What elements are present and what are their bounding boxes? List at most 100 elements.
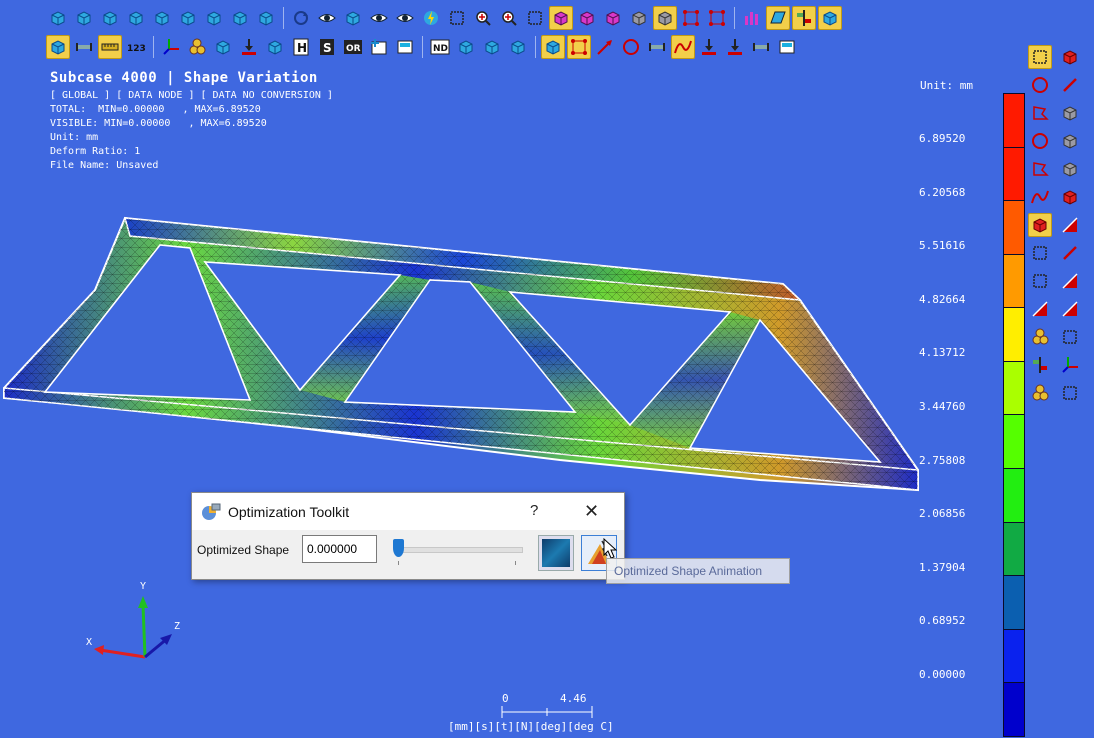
symbol-icon[interactable]	[645, 35, 669, 59]
node-display-icon[interactable]	[679, 6, 703, 30]
view-eye-icon[interactable]	[367, 6, 391, 30]
select-yellow-spheres-icon[interactable]	[1028, 381, 1052, 405]
dialog-titlebar[interactable]: Optimization Toolkit ? ✕	[192, 493, 624, 530]
wireframe-shade-icon[interactable]	[601, 6, 625, 30]
select-slash-2-icon[interactable]	[1058, 297, 1082, 321]
select-pyramid-icon[interactable]	[1028, 297, 1052, 321]
element-shrink-icon[interactable]	[211, 35, 235, 59]
select-diamond-icon[interactable]	[1058, 325, 1082, 349]
select-freehand-icon[interactable]	[1028, 157, 1052, 181]
select-line-icon[interactable]	[1058, 73, 1082, 97]
select-red-line-icon[interactable]	[1058, 241, 1082, 265]
right-view-icon[interactable]	[150, 6, 174, 30]
front-view-icon[interactable]	[72, 6, 96, 30]
normal-view-icon[interactable]	[341, 6, 365, 30]
zoom-box-icon[interactable]	[445, 6, 469, 30]
iso-view-icon[interactable]	[46, 6, 70, 30]
bottom-view-icon[interactable]	[202, 6, 226, 30]
transform-icon[interactable]	[818, 6, 842, 30]
beam-display-icon[interactable]	[72, 35, 96, 59]
legend-color-band	[1004, 308, 1024, 362]
bar-chart-icon[interactable]	[740, 6, 764, 30]
select-arc-icon[interactable]	[1028, 185, 1052, 209]
view-toolbar	[46, 6, 842, 30]
connect-icon[interactable]	[749, 35, 773, 59]
select-box-icon[interactable]	[1028, 45, 1052, 69]
select-node-icon[interactable]	[1028, 241, 1052, 265]
pan-icon[interactable]	[393, 6, 417, 30]
curve-icon[interactable]	[671, 35, 695, 59]
select-align-icon[interactable]	[1028, 353, 1052, 377]
info-icon[interactable]	[775, 35, 799, 59]
select-slash-icon[interactable]	[1058, 269, 1082, 293]
element-group-icon[interactable]	[185, 35, 209, 59]
user-view-2-icon[interactable]	[254, 6, 278, 30]
mouse-cursor	[603, 538, 617, 559]
align-icon[interactable]	[792, 6, 816, 30]
zoom-out-icon[interactable]	[497, 6, 521, 30]
ruler-icon[interactable]	[98, 35, 122, 59]
coord-system-icon[interactable]	[159, 35, 183, 59]
select-mesh-icon[interactable]	[1058, 185, 1082, 209]
select-cube-edge-icon[interactable]	[1058, 157, 1082, 181]
select-cube-icon[interactable]	[1058, 129, 1082, 153]
transparent-icon[interactable]	[627, 6, 651, 30]
select-tri-icon[interactable]	[1058, 213, 1082, 237]
group-color-icon[interactable]	[506, 35, 530, 59]
select-cube-face-icon[interactable]	[1058, 101, 1082, 125]
zoom-in-icon[interactable]	[471, 6, 495, 30]
zoom-select-icon[interactable]	[523, 6, 547, 30]
legend-color-band	[1004, 201, 1024, 255]
plane-icon[interactable]	[766, 6, 790, 30]
slider-thumb[interactable]	[393, 539, 404, 557]
user-view-1-icon[interactable]	[228, 6, 252, 30]
node-display-tool-icon[interactable]: ND	[428, 35, 452, 59]
legend-tick-label: 6.20568	[919, 185, 966, 199]
contour-legend[interactable]	[1003, 93, 1025, 737]
circle-icon[interactable]	[619, 35, 643, 59]
select-window-icon[interactable]	[1028, 213, 1052, 237]
panel-icon[interactable]	[393, 35, 417, 59]
optimized-shape-input[interactable]	[302, 535, 377, 563]
h-adapt-icon[interactable]: H	[289, 35, 313, 59]
fit-icon[interactable]	[419, 6, 443, 30]
select-coord-icon[interactable]	[1058, 353, 1082, 377]
select-clear-icon[interactable]	[1058, 381, 1082, 405]
eye-rotate-icon[interactable]	[315, 6, 339, 30]
mesh-color-icon[interactable]	[454, 35, 478, 59]
hidden-line-icon[interactable]	[653, 6, 677, 30]
help-button[interactable]: ?	[530, 502, 538, 519]
plus-panel-icon[interactable]	[367, 35, 391, 59]
info-line: TOTAL: MIN=0.00000 , MAX=6.89520	[50, 104, 261, 115]
left-view-icon[interactable]	[124, 6, 148, 30]
rotate-icon[interactable]	[289, 6, 313, 30]
red-cube-icon[interactable]	[1058, 45, 1082, 69]
contour-icon[interactable]	[541, 35, 565, 59]
select-polygon-icon[interactable]	[1028, 101, 1052, 125]
element-color-icon[interactable]	[480, 35, 504, 59]
support-icon[interactable]	[723, 35, 747, 59]
select-ellipse-icon[interactable]	[1028, 129, 1052, 153]
select-overlap-icon[interactable]	[1028, 269, 1052, 293]
select-spheres-icon[interactable]	[1028, 325, 1052, 349]
select-circle-icon[interactable]	[1028, 73, 1052, 97]
close-button[interactable]: ✕	[584, 501, 599, 522]
bc-display-icon[interactable]	[697, 35, 721, 59]
shaded-mode-icon[interactable]	[549, 6, 573, 30]
numbering-icon[interactable]: 123	[124, 35, 148, 59]
or-label-icon[interactable]: OR	[341, 35, 365, 59]
top-view-icon[interactable]	[176, 6, 200, 30]
s-section-icon[interactable]: S	[315, 35, 339, 59]
shape-preview-button[interactable]	[538, 535, 574, 571]
shaded-edge-icon[interactable]	[575, 6, 599, 30]
legend-color-band	[1004, 469, 1024, 523]
legend-color-band	[1004, 254, 1024, 309]
node-edge-icon[interactable]	[705, 6, 729, 30]
node-cloud-icon[interactable]	[567, 35, 591, 59]
solid-display-icon[interactable]	[46, 35, 70, 59]
vector-icon[interactable]	[593, 35, 617, 59]
mass-icon[interactable]	[263, 35, 287, 59]
back-view-icon[interactable]	[98, 6, 122, 30]
optimized-shape-slider[interactable]	[393, 538, 523, 565]
load-icon[interactable]	[237, 35, 261, 59]
